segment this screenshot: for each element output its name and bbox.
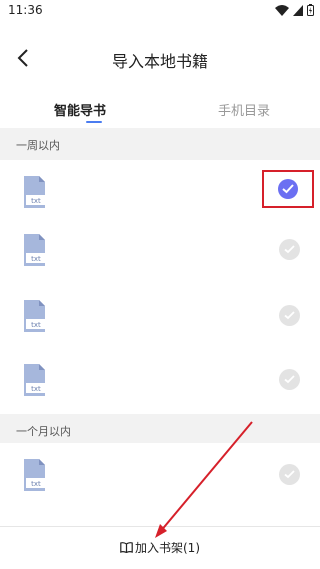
section-label: 一周以内 <box>16 139 60 152</box>
list-item[interactable]: txt <box>0 284 320 348</box>
check-icon <box>284 375 295 384</box>
signal-icon <box>293 4 303 16</box>
list-item[interactable]: txt <box>0 348 320 412</box>
check-icon <box>284 245 295 254</box>
unselected-checkbox[interactable] <box>279 369 300 390</box>
tab-phone-directory[interactable]: 手机目录 <box>218 100 270 119</box>
selected-checkbox[interactable] <box>278 179 298 199</box>
section-header-week: 一周以内 <box>0 128 320 160</box>
txt-file-icon: txt <box>24 234 46 266</box>
unselected-checkbox[interactable] <box>279 239 300 260</box>
tabs: 智能导书 手机目录 <box>0 96 320 126</box>
unselected-checkbox[interactable] <box>279 464 300 485</box>
txt-file-icon: txt <box>24 459 46 491</box>
nav-bar: 导入本地书籍 <box>0 36 320 80</box>
section-header-month: 一个月以内 <box>0 414 320 446</box>
bottom-bar: 加入书架(1) <box>0 526 320 569</box>
check-icon <box>284 311 295 320</box>
check-icon <box>284 470 295 479</box>
file-type-label: txt <box>31 385 41 393</box>
file-type-label: txt <box>31 197 41 205</box>
file-type-label: txt <box>31 321 41 329</box>
file-type-label: txt <box>31 480 41 488</box>
section-label: 一个月以内 <box>16 425 71 438</box>
page-title: 导入本地书籍 <box>111 52 208 71</box>
txt-file-icon: txt <box>24 300 46 332</box>
annotation-highlight-box <box>262 170 314 208</box>
check-icon <box>282 184 294 194</box>
battery-icon <box>307 4 314 16</box>
status-bar: 11:36 <box>0 0 320 22</box>
status-icons <box>275 4 314 16</box>
tab-smart-import[interactable]: 智能导书 <box>54 100 106 119</box>
unselected-checkbox[interactable] <box>279 305 300 326</box>
add-to-shelf-label: 加入书架(1) <box>135 541 200 555</box>
txt-file-icon: txt <box>24 364 46 396</box>
status-time: 11:36 <box>8 3 43 17</box>
list-item[interactable]: txt <box>0 443 320 507</box>
file-type-label: txt <box>31 255 41 263</box>
book-icon <box>120 542 133 553</box>
txt-file-icon: txt <box>24 176 46 208</box>
add-to-shelf-button[interactable]: 加入书架(1) <box>120 539 200 556</box>
tab-active-indicator <box>86 121 102 123</box>
wifi-icon <box>275 4 289 16</box>
list-item[interactable]: txt <box>0 218 320 282</box>
